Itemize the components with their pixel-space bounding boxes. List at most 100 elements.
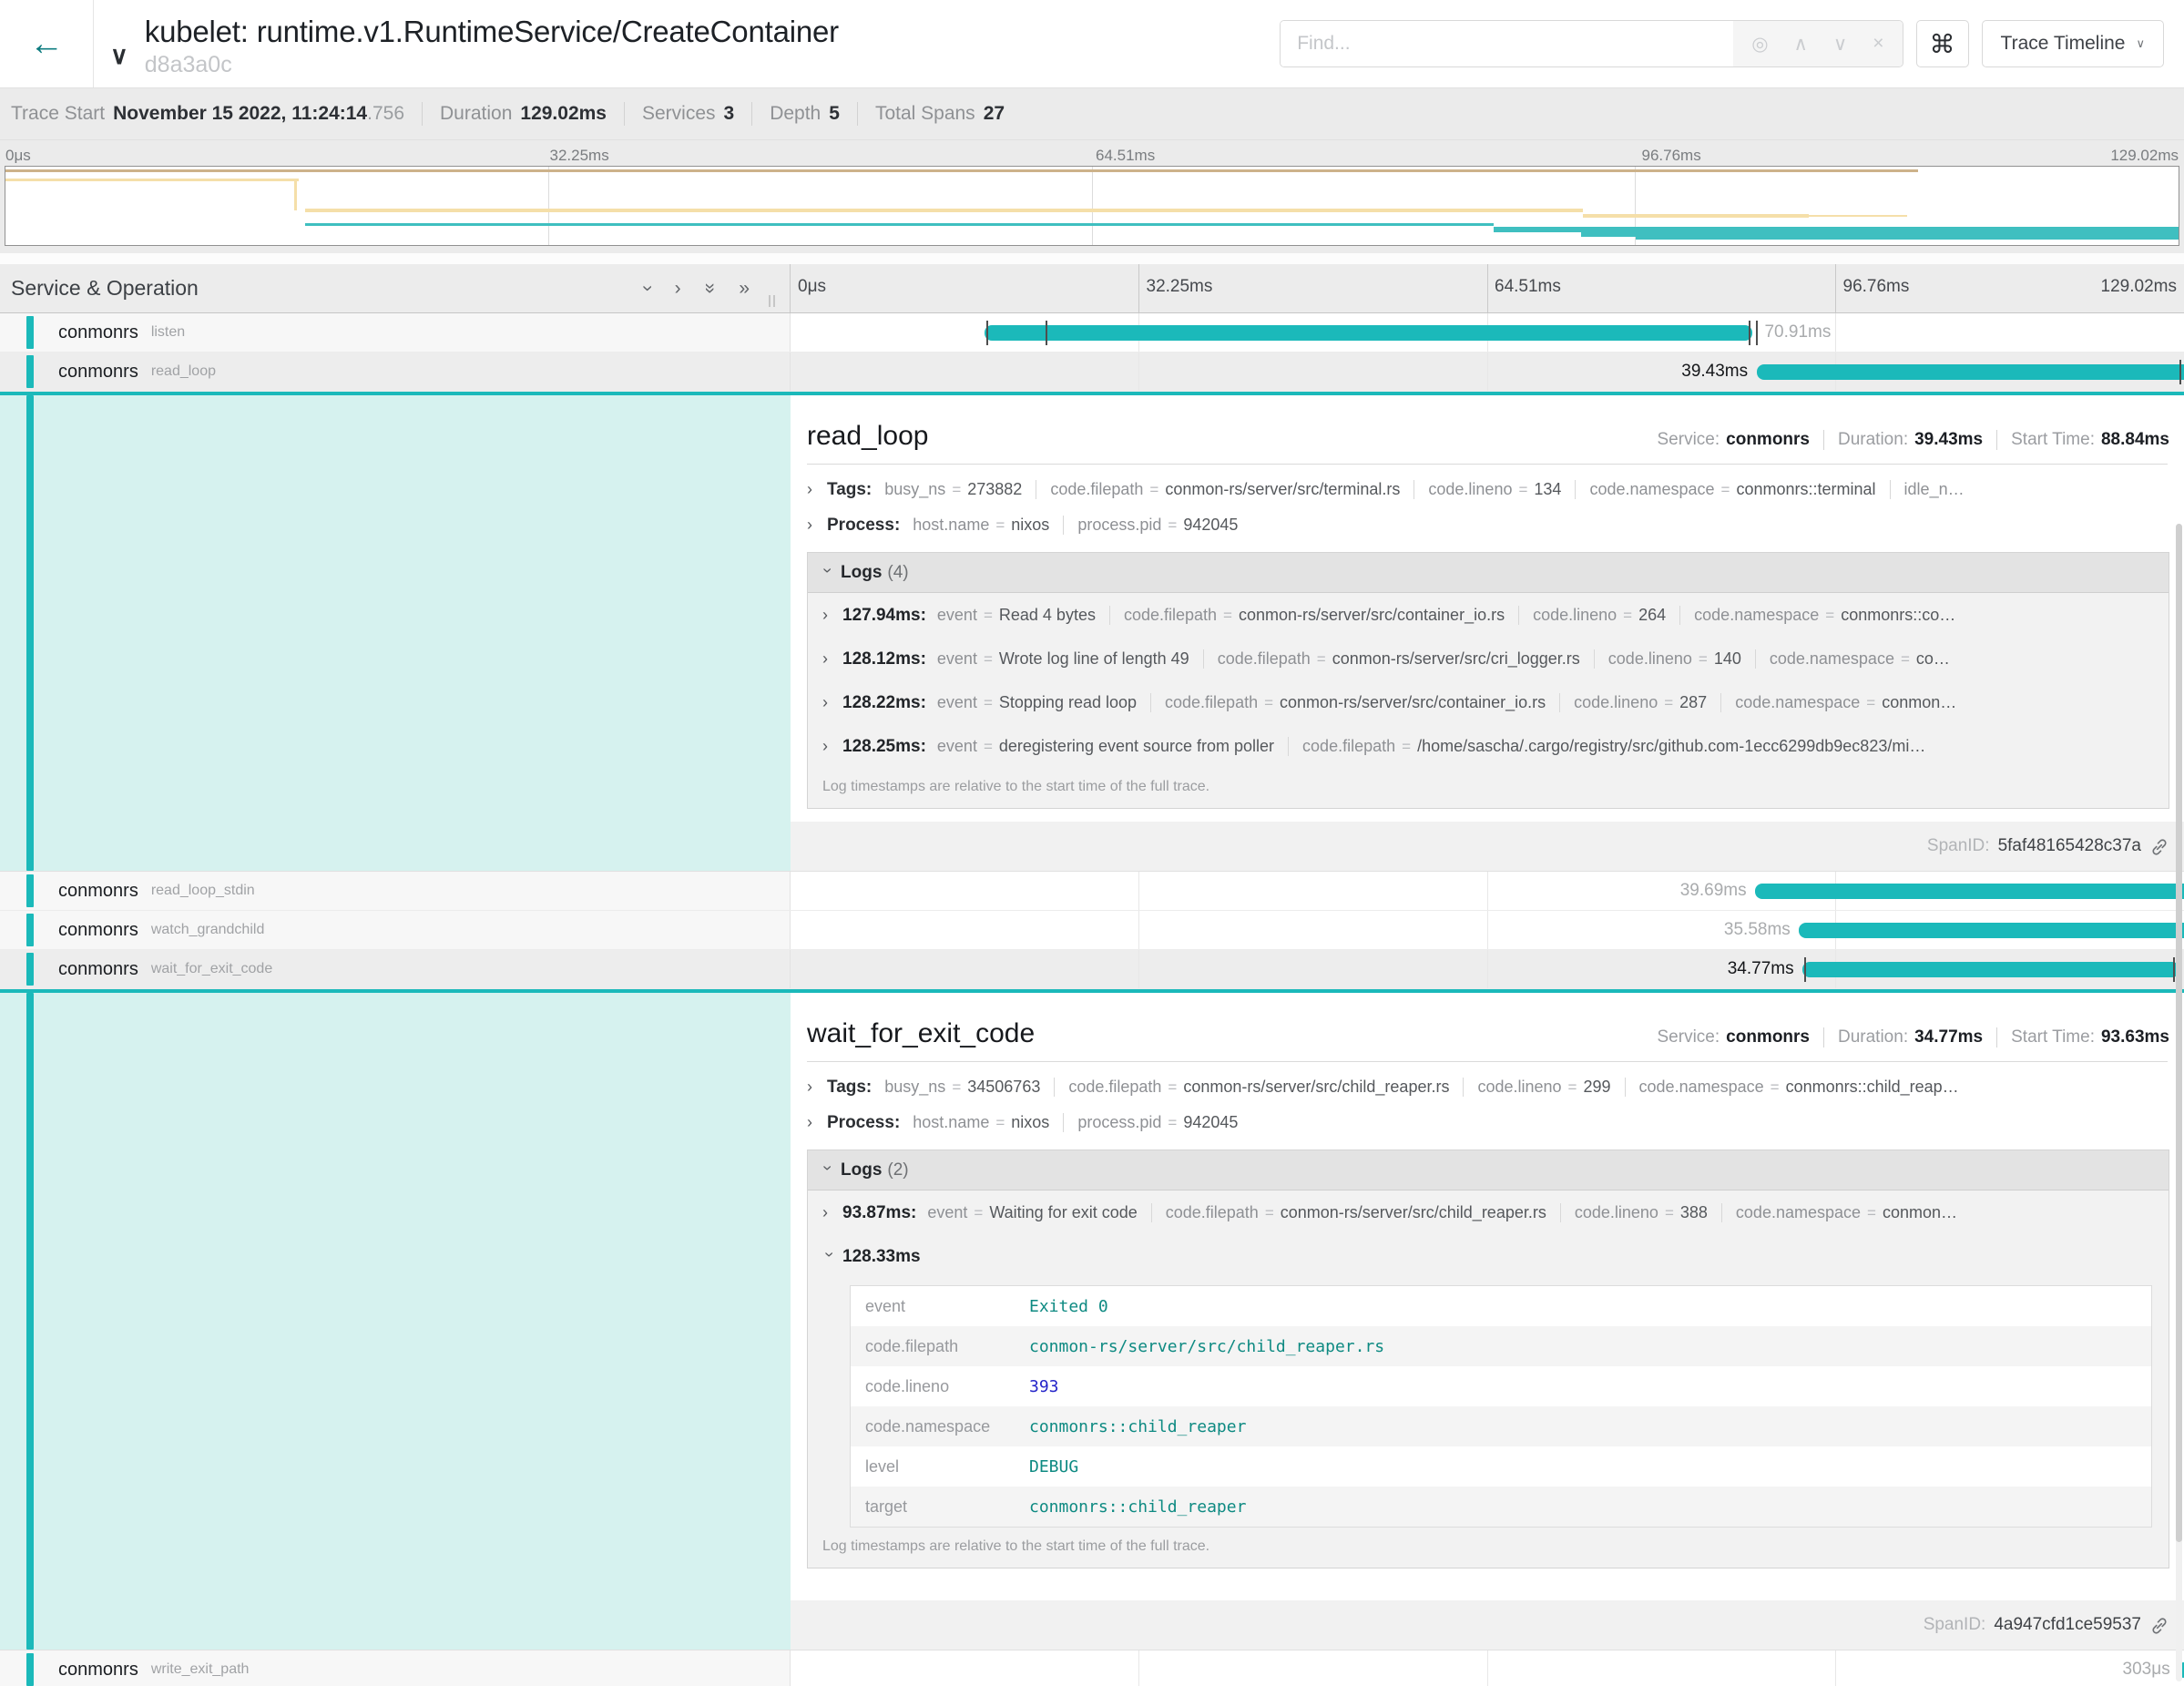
span-duration-label: 39.43ms: [1681, 362, 1748, 382]
log-entry[interactable]: › 128.22ms: event=Stopping read loopcode…: [808, 680, 2169, 724]
span-name-cell[interactable]: conmonrs write_exit_path: [0, 1650, 791, 1686]
kv-chip: code.filepath=conmon-rs/server/src/conta…: [1109, 606, 1518, 625]
span-bar[interactable]: [1755, 884, 2184, 899]
kv-chip: process.pid=942045: [1063, 516, 1251, 535]
chevron-right-icon: ›: [807, 480, 820, 499]
keyboard-shortcuts-button[interactable]: ⌘: [1916, 20, 1969, 67]
logs-accordion-header[interactable]: › Logs (4): [808, 553, 2169, 593]
view-selector-button[interactable]: Trace Timeline ∨: [1982, 20, 2164, 67]
copy-link-icon[interactable]: [2149, 1616, 2169, 1636]
kv-row: target conmonrs::child_reaper: [851, 1487, 2151, 1527]
service-operation-title: Service & Operation: [11, 276, 199, 301]
tags-accordion[interactable]: › Tags: busy_ns=34506763code.filepath=co…: [807, 1078, 2169, 1098]
service-name: conmonrs: [58, 959, 138, 980]
kv-chip: code.filepath=conmon-rs/server/src/child…: [1054, 1078, 1463, 1097]
log-entry[interactable]: › 128.12ms: event=Wrote log line of leng…: [808, 637, 2169, 680]
span-detail-wait-for-exit-code: wait_for_exit_code Service:conmonrs Dura…: [0, 993, 2184, 1650]
minimap-span-line: [1636, 237, 2179, 240]
span-row-write-exit-path[interactable]: conmonrs write_exit_path 303μs: [0, 1650, 2184, 1686]
column-resize-grip[interactable]: [769, 295, 775, 307]
kv-chip: event=Waiting for exit code: [918, 1203, 1150, 1222]
span-track[interactable]: 39.43ms: [791, 353, 2184, 391]
find-input[interactable]: [1281, 21, 1733, 66]
spanid-row: SpanID: 4a947cfd1ce59537: [791, 1600, 2184, 1650]
logs-accordion-header[interactable]: › Logs (2): [808, 1150, 2169, 1190]
span-track[interactable]: 35.58ms: [791, 911, 2184, 949]
span-track[interactable]: 39.69ms: [791, 872, 2184, 910]
next-match-icon[interactable]: ∨: [1833, 33, 1847, 56]
span-track[interactable]: 34.77ms: [791, 950, 2184, 988]
top-bar: ← ∨ kubelet: runtime.v1.RuntimeService/C…: [0, 0, 2184, 87]
chevron-right-icon: ›: [807, 1078, 820, 1097]
divider: [751, 102, 752, 126]
clear-find-icon[interactable]: ×: [1873, 33, 1883, 55]
minimap-span-line: [5, 179, 299, 181]
minimap-tick: 64.51ms: [1096, 147, 1155, 165]
service-name: conmonrs: [58, 322, 138, 343]
process-accordion[interactable]: › Process: host.name=nixosprocess.pid=94…: [807, 1113, 2169, 1133]
expand-all-icon[interactable]: »: [739, 279, 750, 298]
trace-title-collapser[interactable]: ∨: [110, 0, 128, 87]
service-color-stripe: [26, 993, 34, 1650]
service-color-stripe: [26, 395, 34, 871]
chevron-down-icon: ›: [818, 1165, 837, 1178]
page-title: kubelet: runtime.v1.RuntimeService/Creat…: [145, 15, 839, 49]
process-accordion[interactable]: › Process: host.name=nixosprocess.pid=94…: [807, 516, 2169, 536]
operation-name: watch_grandchild: [151, 922, 265, 938]
span-row-wait-for-exit-code[interactable]: conmonrs wait_for_exit_code 34.77ms: [0, 950, 2184, 989]
span-name-cell[interactable]: conmonrs wait_for_exit_code: [0, 950, 791, 988]
copy-link-icon[interactable]: [2149, 837, 2169, 857]
divider: [624, 102, 625, 126]
chevron-right-icon: ›: [822, 737, 835, 756]
collapse-all-icon[interactable]: »: [700, 283, 719, 294]
focus-match-icon[interactable]: ◎: [1751, 33, 1768, 56]
process-list: host.name=nixosprocess.pid=942045: [903, 516, 1251, 535]
span-bar[interactable]: [985, 325, 1752, 341]
tags-accordion[interactable]: › Tags: busy_ns=273882code.filepath=conm…: [807, 480, 2169, 500]
scrollbar-thumb[interactable]: [2176, 524, 2182, 1542]
chevron-right-icon: ›: [822, 693, 835, 712]
logs-note: Log timestamps are relative to the start…: [808, 1528, 2169, 1568]
service-color-stripe: [26, 316, 34, 349]
vertical-scrollbar[interactable]: [2176, 524, 2182, 1681]
divider: [857, 102, 858, 126]
span-name-cell[interactable]: conmonrs listen: [0, 313, 791, 352]
span-track[interactable]: 303μs: [791, 1650, 2184, 1686]
span-row-listen[interactable]: conmonrs listen 70.91ms: [0, 313, 2184, 353]
span-name-cell[interactable]: conmonrs read_loop_stdin: [0, 872, 791, 910]
span-bar[interactable]: [1799, 923, 2184, 938]
logs-note: Log timestamps are relative to the start…: [808, 768, 2169, 808]
chevron-right-icon: ›: [807, 1113, 820, 1132]
expand-one-icon[interactable]: ›: [675, 279, 681, 298]
log-entry[interactable]: › 127.94ms: event=Read 4 bytescode.filep…: [808, 593, 2169, 637]
log-entry-expanded[interactable]: › 128.33ms: [808, 1234, 2169, 1278]
span-name-cell[interactable]: conmonrs read_loop: [0, 353, 791, 391]
log-entry[interactable]: › 128.25ms: event=deregistering event so…: [808, 724, 2169, 768]
log-marker: [1749, 321, 1750, 345]
log-marker: [1756, 321, 1758, 345]
span-row-read-loop[interactable]: conmonrs read_loop 39.43ms: [0, 353, 2184, 392]
chevron-right-icon: ›: [807, 516, 820, 535]
minimap-tick: 129.02ms: [2110, 147, 2179, 165]
service-name: conmonrs: [58, 1660, 138, 1681]
span-bar[interactable]: [1802, 962, 2180, 977]
span-track[interactable]: 70.91ms: [791, 313, 2184, 352]
span-name-cell[interactable]: conmonrs watch_grandchild: [0, 911, 791, 949]
span-meta: Service:conmonrs Duration:34.77ms Start …: [1658, 1027, 2170, 1047]
kv-row: code.filepath conmon-rs/server/src/child…: [851, 1326, 2151, 1366]
minimap-canvas[interactable]: [5, 166, 2179, 246]
find-controls: ◎ ∧ ∨ ×: [1733, 21, 1902, 66]
span-bar[interactable]: [1757, 364, 2184, 380]
log-entry[interactable]: › 93.87ms: event=Waiting for exit codeco…: [808, 1190, 2169, 1234]
span-name: wait_for_exit_code: [807, 1018, 1658, 1049]
collapse-one-icon[interactable]: ›: [638, 285, 658, 291]
back-button[interactable]: ←: [0, 0, 94, 87]
span-row-watch-grandchild[interactable]: conmonrs watch_grandchild 35.58ms: [0, 911, 2184, 950]
kv-chip: code.lineno=299: [1463, 1078, 1624, 1097]
trace-total-spans: Total Spans 27: [875, 103, 1005, 125]
ruler-tick: 96.76ms: [1843, 277, 1910, 297]
kv-chip: host.name=nixos: [903, 516, 1063, 535]
span-duration-label: 39.69ms: [1680, 881, 1747, 901]
prev-match-icon[interactable]: ∧: [1794, 33, 1808, 56]
span-row-read-loop-stdin[interactable]: conmonrs read_loop_stdin 39.69ms: [0, 872, 2184, 911]
